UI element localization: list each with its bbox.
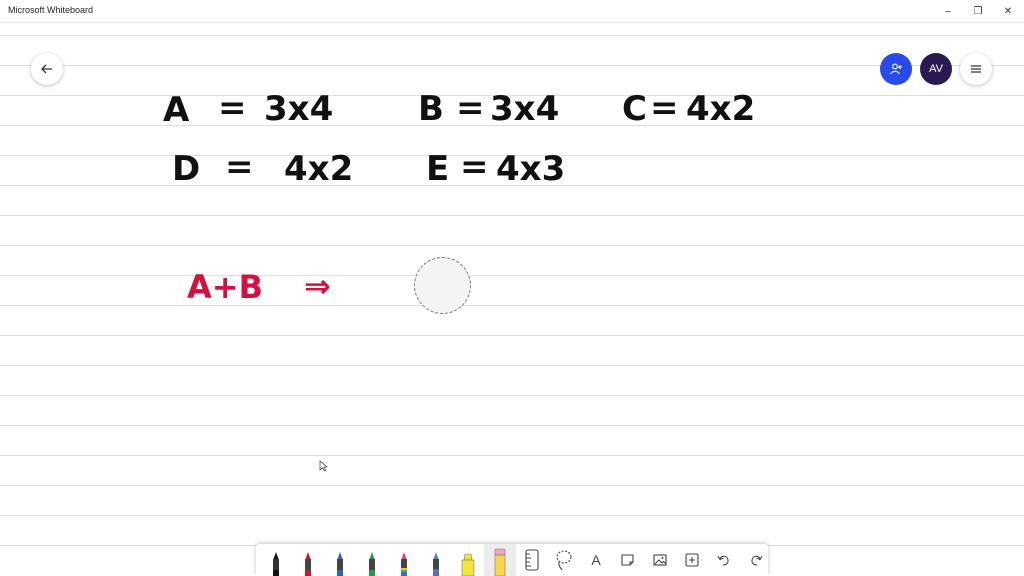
highlighter-tool[interactable]: [452, 544, 484, 576]
pen-icon: [273, 552, 279, 576]
restore-button[interactable]: ❐: [963, 0, 993, 22]
inking-toolbar: A: [256, 544, 768, 576]
sticky-note-tool[interactable]: [612, 544, 644, 576]
pen-rainbow-tool[interactable]: [388, 544, 420, 576]
title-bar: Microsoft Whiteboard – ❐ ✕: [0, 0, 1024, 23]
image-icon: [653, 554, 667, 566]
mouse-pointer-icon: [319, 460, 328, 472]
pen-red-tool[interactable]: [292, 544, 324, 576]
undo-icon: [717, 555, 729, 566]
eraser-icon: [494, 548, 506, 576]
pen-galaxy-tool[interactable]: [420, 544, 452, 576]
pen-blue-tool[interactable]: [324, 544, 356, 576]
note-icon: [621, 554, 634, 566]
minimize-icon: –: [945, 5, 951, 17]
eraser-tool[interactable]: [484, 544, 516, 576]
lasso-icon: [556, 550, 572, 571]
pen-icon: [305, 552, 311, 576]
pen-icon: [369, 552, 375, 576]
user-avatar[interactable]: AV: [920, 53, 952, 85]
pen-black-tool[interactable]: [260, 544, 292, 576]
settings-menu-button[interactable]: [960, 53, 992, 85]
lasso-tool[interactable]: [548, 544, 580, 576]
add-tool[interactable]: [676, 544, 708, 576]
eraser-cursor-preview: [414, 257, 471, 314]
text-tool[interactable]: A: [580, 544, 612, 576]
back-button[interactable]: [31, 53, 63, 85]
highlighter-icon: [461, 553, 475, 576]
close-icon: ✕: [1003, 5, 1013, 17]
ruler-tool[interactable]: [516, 544, 548, 576]
ruler-icon: [525, 549, 539, 571]
close-button[interactable]: ✕: [993, 0, 1023, 22]
minimize-button[interactable]: –: [933, 0, 963, 22]
pen-green-tool[interactable]: [356, 544, 388, 576]
avatar-initials: AV: [929, 63, 943, 75]
person-add-icon: [890, 63, 902, 75]
arrow-left-icon: [41, 64, 52, 74]
window-title: Microsoft Whiteboard: [8, 5, 94, 15]
image-tool[interactable]: [644, 544, 676, 576]
undo-tool[interactable]: [708, 544, 740, 576]
redo-tool[interactable]: [740, 544, 772, 576]
add-icon: [685, 553, 699, 567]
redo-icon: [751, 555, 763, 566]
whiteboard-canvas[interactable]: [0, 22, 1024, 576]
restore-icon: ❐: [973, 5, 983, 17]
pen-icon: [337, 552, 343, 576]
invite-button[interactable]: [880, 53, 912, 85]
galaxy-pen-icon: [433, 552, 439, 576]
rainbow-pen-icon: [401, 552, 407, 576]
hamburger-menu-icon: [971, 65, 981, 73]
text-icon: A: [591, 552, 601, 568]
